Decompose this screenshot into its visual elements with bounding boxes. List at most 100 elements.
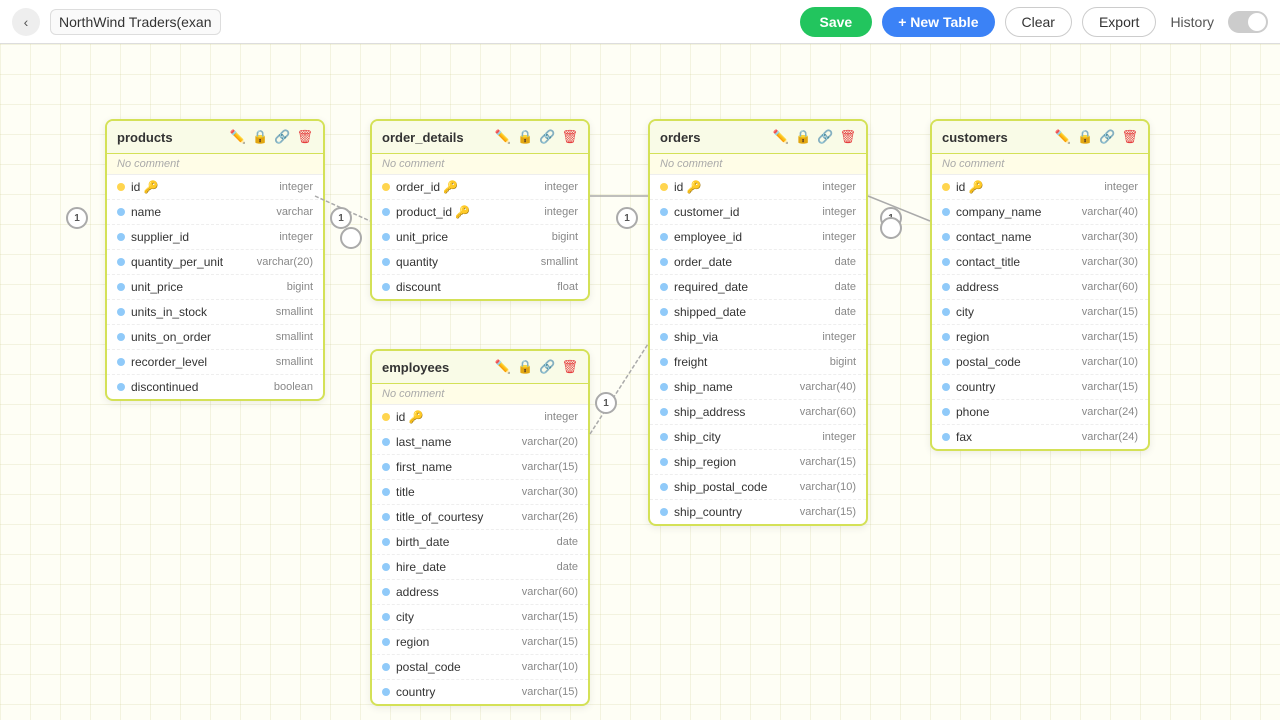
field-hire-date: hire_date date	[372, 555, 588, 580]
field-title-of-courtesy: title_of_courtesy varchar(26)	[372, 505, 588, 530]
table-orders-title: orders	[660, 130, 700, 145]
pk-dot	[117, 183, 125, 191]
field-unit-price: unit_price bigint	[372, 225, 588, 250]
connector-1c	[340, 227, 362, 249]
table-products: products ✏️ 🔒 🔗 🗑 No comment id 🔑 intege…	[105, 119, 325, 401]
save-button[interactable]: Save	[800, 7, 873, 37]
table-products-body: id 🔑 integer name varchar supplier_id in…	[107, 175, 323, 399]
delete-icon[interactable]: 🗑	[296, 129, 313, 145]
link-icon[interactable]: 🔗	[539, 129, 555, 145]
connector-2a: 1	[616, 207, 638, 229]
connector-3a: 1	[595, 392, 617, 414]
delete-icon[interactable]: 🗑	[839, 129, 856, 145]
field-dot	[382, 663, 390, 671]
history-button[interactable]: History	[1166, 8, 1218, 36]
field-dot	[942, 208, 950, 216]
field-dot	[382, 438, 390, 446]
field-dot	[660, 283, 668, 291]
field-dot	[117, 233, 125, 241]
lock-icon[interactable]: 🔒	[517, 129, 533, 145]
link-icon[interactable]: 🔗	[274, 129, 290, 145]
field-id: id 🔑 integer	[932, 175, 1148, 200]
database-name[interactable]: NorthWind Traders(exan	[50, 9, 221, 35]
field-supplier-id: supplier_id integer	[107, 225, 323, 250]
pk-dot	[382, 413, 390, 421]
field-order-id: order_id 🔑 integer	[372, 175, 588, 200]
field-order-date: order_date date	[650, 250, 866, 275]
pk-dot	[382, 183, 390, 191]
lock-icon[interactable]: 🔒	[252, 129, 268, 145]
table-orders-icons: ✏️ 🔒 🔗 🗑	[773, 129, 856, 145]
field-dot	[117, 308, 125, 316]
field-dot	[660, 233, 668, 241]
field-dot	[660, 208, 668, 216]
lock-icon[interactable]: 🔒	[795, 129, 811, 145]
delete-icon[interactable]: 🗑	[561, 359, 578, 375]
field-quantity-per-unit: quantity_per_unit varchar(20)	[107, 250, 323, 275]
back-button[interactable]: ‹	[12, 8, 40, 36]
table-order-details-header: order_details ✏️ 🔒 🔗 🗑	[372, 121, 588, 154]
field-contact-title: contact_title varchar(30)	[932, 250, 1148, 275]
field-dot	[942, 433, 950, 441]
field-first-name: first_name varchar(15)	[372, 455, 588, 480]
field-dot	[382, 638, 390, 646]
field-dot	[660, 258, 668, 266]
field-dot	[382, 233, 390, 241]
field-address: address varchar(60)	[372, 580, 588, 605]
link-icon[interactable]: 🔗	[817, 129, 833, 145]
field-dot	[942, 233, 950, 241]
edit-icon[interactable]: ✏️	[495, 359, 511, 375]
field-region: region varchar(15)	[372, 630, 588, 655]
table-employees-icons: ✏️ 🔒 🔗 🗑	[495, 359, 578, 375]
field-recorder-level: recorder_level smallint	[107, 350, 323, 375]
lock-icon[interactable]: 🔒	[1077, 129, 1093, 145]
field-dot	[942, 258, 950, 266]
field-shipped-date: shipped_date date	[650, 300, 866, 325]
field-dot	[942, 333, 950, 341]
history-toggle[interactable]	[1228, 11, 1268, 33]
new-table-button[interactable]: + New Table	[882, 7, 994, 37]
field-birth-date: birth_date date	[372, 530, 588, 555]
field-dot	[382, 538, 390, 546]
edit-icon[interactable]: ✏️	[773, 129, 789, 145]
link-icon[interactable]: 🔗	[539, 359, 555, 375]
lock-icon[interactable]: 🔒	[517, 359, 533, 375]
delete-icon[interactable]: 🗑	[1121, 129, 1138, 145]
field-dot	[382, 588, 390, 596]
field-dot	[660, 458, 668, 466]
field-dot	[117, 258, 125, 266]
connector-5a	[880, 217, 902, 239]
field-city: city varchar(15)	[372, 605, 588, 630]
edit-icon[interactable]: ✏️	[1055, 129, 1071, 145]
field-product-id: product_id 🔑 integer	[372, 200, 588, 225]
field-postal-code: postal_code varchar(10)	[932, 350, 1148, 375]
field-dot	[382, 463, 390, 471]
connector-1b: 1	[330, 207, 352, 229]
field-dot	[942, 383, 950, 391]
export-button[interactable]: Export	[1082, 7, 1156, 37]
clear-button[interactable]: Clear	[1005, 7, 1072, 37]
field-dot	[942, 358, 950, 366]
edit-icon[interactable]: ✏️	[495, 129, 511, 145]
pk-dot	[942, 183, 950, 191]
field-dot	[382, 488, 390, 496]
field-dot	[942, 408, 950, 416]
table-order-details-body: order_id 🔑 integer product_id 🔑 integer …	[372, 175, 588, 299]
field-dot	[382, 513, 390, 521]
pk-dot	[660, 183, 668, 191]
field-dot	[382, 563, 390, 571]
delete-icon[interactable]: 🗑	[561, 129, 578, 145]
table-order-details-comment: No comment	[372, 154, 588, 175]
field-customer-id: customer_id integer	[650, 200, 866, 225]
field-dot	[660, 383, 668, 391]
field-employee-id: employee_id integer	[650, 225, 866, 250]
field-dot	[117, 383, 125, 391]
link-icon[interactable]: 🔗	[1099, 129, 1115, 145]
field-dot	[660, 508, 668, 516]
field-address: address varchar(60)	[932, 275, 1148, 300]
edit-icon[interactable]: ✏️	[230, 129, 246, 145]
field-required-date: required_date date	[650, 275, 866, 300]
field-ship-city: ship_city integer	[650, 425, 866, 450]
field-postal-code: postal_code varchar(10)	[372, 655, 588, 680]
table-employees-comment: No comment	[372, 384, 588, 405]
